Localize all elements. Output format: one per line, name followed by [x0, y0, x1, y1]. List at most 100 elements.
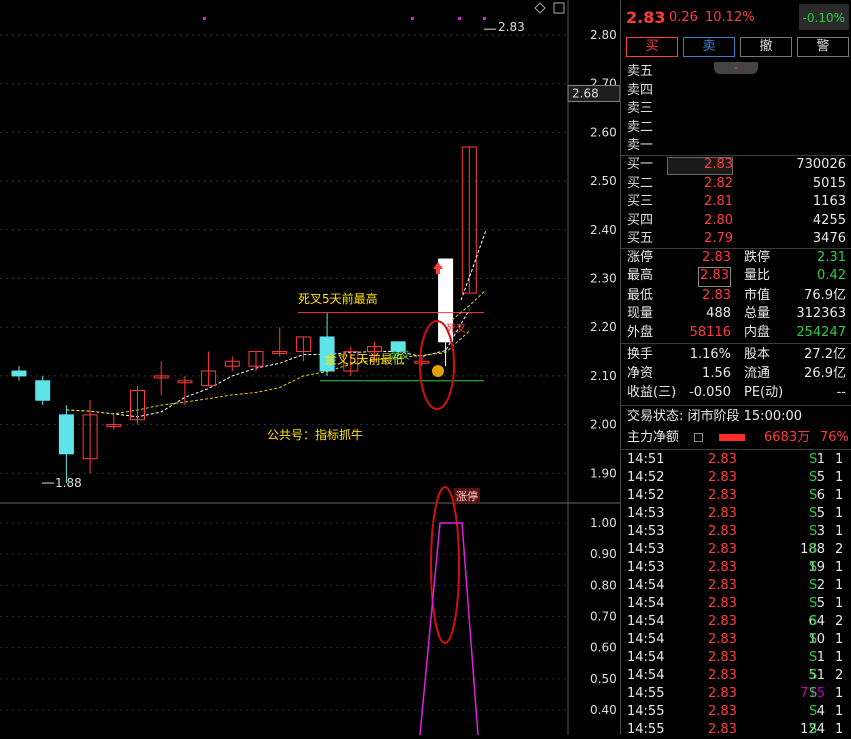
tick-direction: S — [809, 632, 818, 647]
ask-row[interactable]: 卖三 — [621, 100, 851, 118]
bid-row[interactable]: 买五 2.79 3476 — [621, 230, 851, 248]
bid-row[interactable]: 买四 2.80 4255 — [621, 212, 851, 230]
tick-row[interactable]: 14:54 2.83 5 S 1 — [621, 595, 851, 613]
bid-volume: 1163 — [812, 194, 846, 209]
bid-price: 2.83 — [704, 157, 733, 172]
candle-body — [58, 414, 74, 455]
tick-count: 1 — [835, 650, 844, 665]
tick-count: 1 — [835, 596, 844, 611]
list-icon[interactable] — [694, 433, 703, 442]
window-icon[interactable] — [553, 2, 565, 14]
tick-time: 14:54 — [627, 650, 665, 665]
tick-row[interactable]: 14:53 2.83 3 S 1 — [621, 523, 851, 541]
stat-value: 2.83 — [698, 267, 731, 287]
stat-label: 收益(三) — [627, 385, 677, 400]
tick-row[interactable]: 14:53 2.83 188 S 2 — [621, 541, 851, 559]
ask-label: 卖五 — [627, 64, 654, 79]
diamond-icon[interactable] — [534, 2, 546, 14]
tick-price: 2.83 — [708, 542, 737, 557]
tick-count: 1 — [835, 452, 844, 467]
tick-volume: 1 — [816, 452, 825, 467]
dead-cross-annotation: 死叉5天前最高 — [298, 291, 378, 306]
tick-count: 1 — [835, 488, 844, 503]
cancel-order-button[interactable]: 撤 — [740, 37, 792, 57]
tick-row[interactable]: 14:55 2.83 4 S 1 — [621, 703, 851, 721]
bid-row[interactable]: 买一 2.83 730026 — [621, 156, 851, 175]
ask-row[interactable]: 卖五 — [621, 63, 851, 81]
tick-price: 2.83 — [708, 650, 737, 665]
bid-label: 买二 — [627, 175, 654, 191]
trade-status: 交易状态: 闭市阶段 15:00:00 — [627, 409, 803, 424]
bid-row[interactable]: 买二 2.82 5015 — [621, 175, 851, 193]
tick-price: 2.83 — [708, 668, 737, 683]
trade-buttons: 买 卖 撤 警 — [626, 37, 850, 57]
stat-label: 最高 — [627, 268, 654, 283]
tick-time: 14:54 — [627, 596, 665, 611]
bid-label: 买三 — [627, 194, 654, 209]
tick-count: 1 — [835, 632, 844, 647]
tick-direction: S — [809, 686, 818, 701]
bid-row[interactable]: 买三 2.81 1163 — [621, 193, 851, 211]
divider — [621, 343, 851, 344]
tick-volume: 1 — [816, 650, 825, 665]
tick-row[interactable]: 14:53 2.83 19 S 1 — [621, 559, 851, 577]
ask-row[interactable]: 卖一 — [621, 137, 851, 155]
projection-line — [451, 289, 487, 321]
price-tick-label: 2.80 — [590, 28, 617, 42]
side-change-box: -0.10% — [799, 4, 849, 30]
tick-price: 2.83 — [708, 452, 737, 467]
divider — [621, 405, 851, 406]
tick-row[interactable]: 14:54 2.83 10 S 1 — [621, 631, 851, 649]
tick-time: 14:52 — [627, 488, 665, 503]
bid-label: 买五 — [627, 231, 654, 246]
tick-row[interactable]: 14:52 2.83 6 S 1 — [621, 487, 851, 505]
tick-direction: S — [809, 704, 818, 719]
tick-time: 14:54 — [627, 632, 665, 647]
tick-row[interactable]: 14:54 2.83 51 S 2 — [621, 667, 851, 685]
tick-time: 14:55 — [627, 704, 665, 719]
signal-dot — [411, 17, 414, 20]
tick-direction: S — [809, 470, 818, 485]
stat-value: -- — [836, 385, 846, 400]
tick-price: 2.83 — [708, 524, 737, 539]
indicator-tick-label: 0.80 — [590, 578, 617, 592]
tick-time: 14:55 — [627, 686, 665, 701]
price-tick-label: 2.30 — [590, 272, 617, 286]
tick-row[interactable]: 14:52 2.83 5 S 1 — [621, 469, 851, 487]
tick-direction: S — [809, 596, 818, 611]
stat-label: 流通 — [744, 366, 771, 381]
tick-row[interactable]: 14:51 2.83 1 S 1 — [621, 451, 851, 469]
tick-row[interactable]: 14:54 2.83 2 S 1 — [621, 577, 851, 595]
kline-chart[interactable]: 死叉5天前最高金叉5天前最低金叉死叉公共号：指标抓牛2.831.88 2.802… — [0, 0, 620, 735]
ask-label: 卖三 — [627, 101, 654, 116]
sell-button[interactable]: 卖 — [683, 37, 735, 57]
ma10-line — [66, 330, 470, 415]
tick-time: 14:52 — [627, 470, 665, 485]
tick-direction: S — [809, 650, 818, 665]
tick-row[interactable]: 14:54 2.83 1 S 1 — [621, 649, 851, 667]
high-label: 2.83 — [498, 20, 525, 34]
tick-count: 2 — [835, 614, 844, 629]
candle-body — [11, 370, 27, 377]
tick-row[interactable]: 14:53 2.83 5 S 1 — [621, 505, 851, 523]
price-tick-label: 2.20 — [590, 320, 617, 334]
tick-count: 1 — [835, 704, 844, 719]
tick-direction: S — [809, 506, 818, 521]
ask-row[interactable]: 卖二 — [621, 119, 851, 137]
stat-value: 1.56 — [702, 366, 731, 381]
alert-button[interactable]: 警 — [797, 37, 849, 57]
stat-value: 58116 — [689, 325, 731, 340]
tick-price: 2.83 — [708, 596, 737, 611]
buy-button[interactable]: 买 — [626, 37, 678, 57]
tick-row[interactable]: 14:55 2.83 715 S 1 — [621, 685, 851, 703]
tick-row[interactable]: 14:54 2.83 64 S 2 — [621, 613, 851, 631]
tick-row[interactable]: 14:55 2.83 124 S 1 — [621, 721, 851, 739]
tick-volume: 5 — [816, 506, 825, 521]
projection-line — [460, 229, 487, 301]
tick-count: 2 — [835, 668, 844, 683]
current-price-label: 2.68 — [572, 86, 599, 100]
tick-time: 14:53 — [627, 506, 665, 521]
ask-row[interactable]: 卖四 — [621, 82, 851, 100]
stat-value: 2.83 — [702, 250, 731, 265]
ma5-line — [66, 309, 470, 418]
